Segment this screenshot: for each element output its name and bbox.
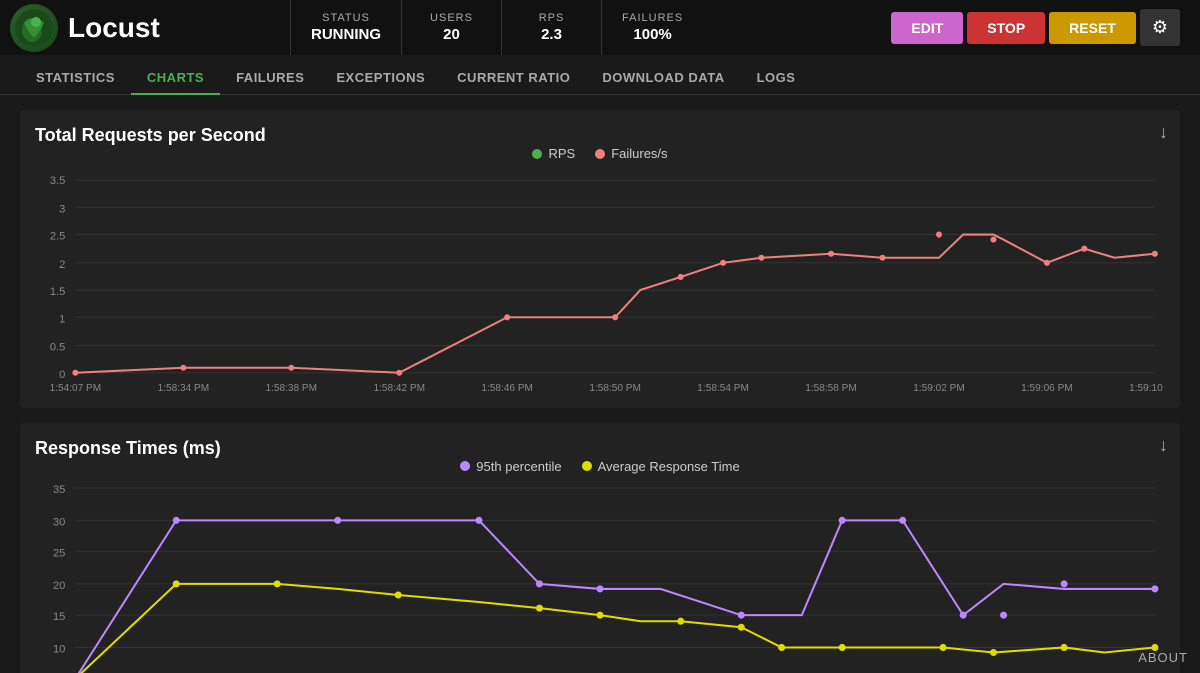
svg-text:1:58:54 PM: 1:58:54 PM — [697, 383, 749, 393]
response-download-button[interactable]: ↓ — [1159, 435, 1168, 456]
svg-text:1:59:02 PM: 1:59:02 PM — [913, 383, 965, 393]
svg-text:1: 1 — [59, 313, 65, 325]
svg-text:15: 15 — [53, 611, 65, 623]
logo-icon — [10, 4, 58, 52]
tab-download-data[interactable]: DOWNLOAD DATA — [586, 62, 740, 95]
tab-logs[interactable]: LOGS — [741, 62, 812, 95]
response-legend-95th-label: 95th percentile — [476, 459, 561, 474]
svg-text:1:58:34 PM: 1:58:34 PM — [158, 383, 210, 393]
svg-text:1:58:38 PM: 1:58:38 PM — [266, 383, 318, 393]
response-legend-avg-label: Average Response Time — [598, 459, 740, 474]
svg-text:1:58:46 PM: 1:58:46 PM — [481, 383, 533, 393]
about-label[interactable]: ABOUT — [1138, 650, 1188, 665]
stat-failures-label: FAILURES — [622, 12, 683, 24]
svg-text:1:58:42 PM: 1:58:42 PM — [373, 383, 425, 393]
rps-legend-rps: RPS — [532, 146, 575, 161]
failures-dot — [595, 149, 605, 159]
response-legend: 95th percentile Average Response Time — [35, 459, 1165, 474]
rps-legend: RPS Failures/s — [35, 146, 1165, 161]
stat-status-label: STATUS — [322, 12, 370, 24]
rps-chart-svg: 0 0.5 1 1.5 2 2.5 3 3.5 — [35, 171, 1165, 393]
stat-failures: FAILURES 100% — [601, 0, 703, 55]
svg-text:3.5: 3.5 — [50, 175, 65, 187]
rps-chart-title: Total Requests per Second — [35, 125, 266, 145]
svg-text:2.5: 2.5 — [50, 231, 65, 243]
stat-rps: RPS 2.3 — [501, 0, 601, 55]
svg-text:1:54:07 PM: 1:54:07 PM — [50, 383, 102, 393]
svg-text:1:58:58 PM: 1:58:58 PM — [805, 383, 857, 393]
svg-text:10: 10 — [53, 643, 65, 655]
edit-button[interactable]: EDIT — [891, 12, 963, 44]
svg-text:0: 0 — [59, 369, 65, 381]
stat-status: STATUS RUNNING — [290, 0, 401, 55]
reset-button[interactable]: RESET — [1049, 12, 1136, 44]
rps-legend-failures-label: Failures/s — [611, 146, 667, 161]
svg-text:2: 2 — [59, 259, 65, 271]
stat-users: USERS 20 — [401, 0, 501, 55]
response-legend-95th: 95th percentile — [460, 459, 561, 474]
settings-button[interactable]: ⚙ — [1140, 9, 1180, 46]
tab-current-ratio[interactable]: CURRENT RATIO — [441, 62, 586, 95]
svg-text:25: 25 — [53, 548, 65, 560]
logo-area: Locust — [10, 4, 290, 52]
svg-text:1:59:10 PM: 1:59:10 PM — [1129, 383, 1165, 393]
avg-dot — [582, 461, 592, 471]
stat-rps-value: 2.3 — [541, 26, 562, 43]
stat-failures-value: 100% — [633, 26, 671, 43]
percentile-dot — [460, 461, 470, 471]
nav-tabs: STATISTICS CHARTS FAILURES EXCEPTIONS CU… — [0, 55, 1200, 95]
rps-chart-container: Total Requests per Second ↓ RPS Failures… — [20, 110, 1180, 408]
svg-text:1:58:50 PM: 1:58:50 PM — [589, 383, 641, 393]
app-title: Locust — [68, 12, 160, 44]
header-stats: STATUS RUNNING USERS 20 RPS 2.3 FAILURES… — [290, 0, 881, 55]
svg-text:20: 20 — [53, 580, 65, 592]
stat-status-value: RUNNING — [311, 26, 381, 43]
header: Locust STATUS RUNNING USERS 20 RPS 2.3 F… — [0, 0, 1200, 55]
svg-text:3: 3 — [59, 203, 65, 215]
response-chart-container: Response Times (ms) ↓ 95th percentile Av… — [20, 423, 1180, 673]
tab-failures[interactable]: FAILURES — [220, 62, 320, 95]
svg-text:35: 35 — [53, 484, 65, 496]
response-chart-title: Response Times (ms) — [35, 438, 221, 458]
header-buttons: EDIT STOP RESET ⚙ — [881, 9, 1190, 46]
stat-users-value: 20 — [443, 26, 460, 43]
svg-text:30: 30 — [53, 516, 65, 528]
stop-button[interactable]: STOP — [967, 12, 1045, 44]
rps-chart-svg-wrap: 0 0.5 1 1.5 2 2.5 3 3.5 — [35, 171, 1165, 393]
svg-text:0.5: 0.5 — [50, 342, 65, 354]
stat-users-label: USERS — [430, 12, 473, 24]
stat-rps-label: RPS — [539, 12, 565, 24]
tab-exceptions[interactable]: EXCEPTIONS — [320, 62, 441, 95]
rps-legend-rps-label: RPS — [548, 146, 575, 161]
rps-download-button[interactable]: ↓ — [1159, 122, 1168, 143]
response-legend-avg: Average Response Time — [582, 459, 740, 474]
response-chart-svg-wrap: 5 10 15 20 25 30 35 — [35, 484, 1165, 673]
tab-statistics[interactable]: STATISTICS — [20, 62, 131, 95]
svg-text:1.5: 1.5 — [50, 286, 65, 298]
response-chart-svg: 5 10 15 20 25 30 35 — [35, 484, 1165, 673]
rps-legend-failures: Failures/s — [595, 146, 667, 161]
main-content: Total Requests per Second ↓ RPS Failures… — [0, 95, 1200, 673]
tab-charts[interactable]: CHARTS — [131, 62, 220, 95]
rps-dot — [532, 149, 542, 159]
svg-text:1:59:06 PM: 1:59:06 PM — [1021, 383, 1073, 393]
